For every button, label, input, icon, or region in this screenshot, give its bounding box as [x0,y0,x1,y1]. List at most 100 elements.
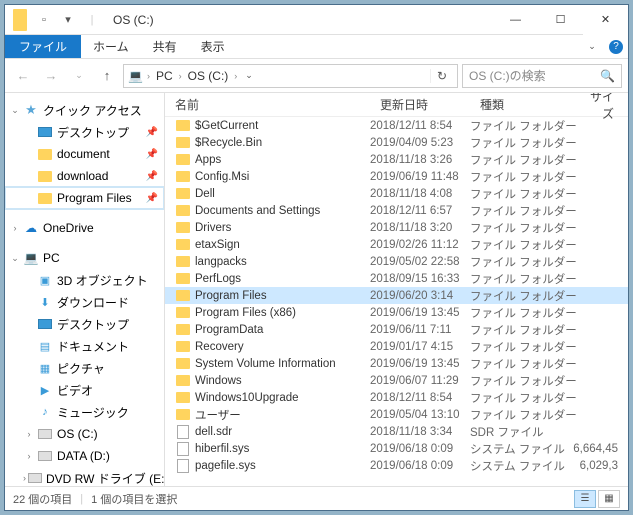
header-type[interactable]: 種類 [470,96,570,113]
breadcrumb-pc[interactable]: PC [154,69,175,83]
file-row[interactable]: Windows10Upgrade2018/12/11 8:54ファイル フォルダ… [165,389,628,406]
breadcrumb-drive[interactable]: OS (C:) [186,69,231,83]
chevron-icon[interactable]: › [23,451,35,461]
file-type: ファイル フォルダー [470,322,570,338]
nav-quick-item[interactable]: ›Program Files📌 [5,187,164,209]
chevron-right-icon[interactable]: › [147,71,150,81]
search-input[interactable]: OS (C:)の検索 🔍 [462,64,622,88]
header-date[interactable]: 更新日時 [370,96,470,113]
folder-icon [175,322,191,338]
file-row[interactable]: $GetCurrent2018/12/11 8:54ファイル フォルダー [165,117,628,134]
ribbon-expand-icon[interactable]: ⌄ [580,35,604,58]
file-row[interactable]: PerfLogs2018/09/15 16:33ファイル フォルダー [165,270,628,287]
file-type: ファイル フォルダー [470,118,570,134]
file-row[interactable]: langpacks2019/05/02 22:58ファイル フォルダー [165,253,628,270]
chevron-icon[interactable]: › [9,223,21,233]
nav-pc-item[interactable]: ›▦ピクチャ [5,357,164,379]
file-date: 2019/06/19 13:45 [370,358,470,370]
help-button[interactable]: ? [604,35,628,58]
chevron-right-icon[interactable]: › [234,71,237,81]
file-date: 2018/11/18 3:26 [370,154,470,166]
close-button[interactable]: ✕ [583,5,628,35]
chevron-icon[interactable]: ⌄ [9,105,21,116]
nav-quick-item[interactable]: ›document📌 [5,143,164,165]
file-row[interactable]: hiberfil.sys2019/06/18 0:09システム ファイル6,66… [165,440,628,457]
file-date: 2019/06/19 11:48 [370,171,470,183]
file-date: 2019/06/19 13:45 [370,307,470,319]
chevron-icon[interactable]: ⌄ [9,253,21,264]
thumbnails-view-button[interactable]: ▦ [598,490,620,508]
folder-icon [37,146,53,162]
file-type: ファイル フォルダー [470,305,570,321]
minimize-button[interactable]: ― [493,5,538,35]
up-button[interactable]: ↑ [95,64,119,88]
tab-file[interactable]: ファイル [5,35,81,58]
nav-pc-item[interactable]: ›⬇ダウンロード [5,291,164,313]
nav-quick-item[interactable]: ›デスクトップ📌 [5,121,164,143]
nav-onedrive[interactable]: ›☁OneDrive [5,217,164,239]
address-dropdown-icon[interactable]: ⌄ [241,70,257,81]
recent-dropdown[interactable]: ⌄ [67,64,91,88]
folder-icon [175,271,191,287]
nav-pc-item[interactable]: ›▣3D オブジェクト [5,269,164,291]
details-view-button[interactable]: ☰ [574,490,596,508]
onedrive-icon: ☁ [23,220,39,236]
file-row[interactable]: Apps2018/11/18 3:26ファイル フォルダー [165,151,628,168]
file-list[interactable]: $GetCurrent2018/12/11 8:54ファイル フォルダー$Rec… [165,117,628,486]
file-row[interactable]: dell.sdr2018/11/18 3:34SDR ファイル [165,423,628,440]
file-row[interactable]: Documents and Settings2018/12/11 6:57ファイ… [165,202,628,219]
address-bar[interactable]: 💻 › PC › OS (C:) › ⌄ ↻ [123,64,458,88]
maximize-button[interactable]: ☐ [538,5,583,35]
nav-pc-item[interactable]: ›♪ミュージック [5,401,164,423]
file-name: Drivers [195,222,370,234]
nav-pc-item[interactable]: › DVD RW ドライブ (E:) [5,467,164,486]
nav-label: DVD RW ドライブ (E:) [46,470,165,487]
nav-label: download [57,169,108,183]
file-row[interactable]: pagefile.sys2019/06/18 0:09システム ファイル6,02… [165,457,628,474]
tab-view[interactable]: 表示 [189,35,237,58]
nav-pc-item[interactable]: ›▤ドキュメント [5,335,164,357]
nav-pc-item[interactable]: ›DATA (D:) [5,445,164,467]
file-row[interactable]: System Volume Information2019/06/19 13:4… [165,355,628,372]
file-row[interactable]: $Recycle.Bin2019/04/09 5:23ファイル フォルダー [165,134,628,151]
file-row[interactable]: Program Files2019/06/20 3:14ファイル フォルダー [165,287,628,304]
file-row[interactable]: Dell2018/11/18 4:08ファイル フォルダー [165,185,628,202]
file-date: 2018/09/15 16:33 [370,273,470,285]
nav-pc-item[interactable]: ›デスクトップ [5,313,164,335]
properties-icon[interactable]: ▫ [33,9,55,31]
file-row[interactable]: Config.Msi2019/06/19 11:48ファイル フォルダー [165,168,628,185]
chevron-right-icon[interactable]: › [179,71,182,81]
star-icon: ★ [23,102,39,118]
ribbon-tabs: ファイル ホーム 共有 表示 ⌄ ? [5,35,628,59]
forward-button[interactable]: → [39,64,63,88]
nav-quick-access[interactable]: ⌄★クイック アクセス [5,99,164,121]
header-name[interactable]: 名前 [165,96,370,113]
tab-home[interactable]: ホーム [81,35,141,58]
refresh-button[interactable]: ↻ [430,69,453,83]
chevron-icon[interactable]: › [23,429,35,439]
qat-dropdown-icon[interactable]: ▾ [57,9,79,31]
back-button[interactable]: ← [11,64,35,88]
nav-tree[interactable]: ⌄★クイック アクセス›デスクトップ📌›document📌›download📌›… [5,93,165,486]
file-row[interactable]: ProgramData2019/06/11 7:11ファイル フォルダー [165,321,628,338]
nav-pc-item[interactable]: ›OS (C:) [5,423,164,445]
file-row[interactable]: Windows2019/06/07 11:29ファイル フォルダー [165,372,628,389]
tab-share[interactable]: 共有 [141,35,189,58]
pin-icon: 📌 [146,149,158,160]
file-row[interactable]: Program Files (x86)2019/06/19 13:45ファイル … [165,304,628,321]
file-date: 2018/12/11 6:57 [370,205,470,217]
file-type: ファイル フォルダー [470,288,570,304]
search-icon[interactable]: 🔍 [600,69,615,83]
file-type: ファイル フォルダー [470,339,570,355]
file-type: ファイル フォルダー [470,271,570,287]
nav-pc-item[interactable]: ›▶ビデオ [5,379,164,401]
file-row[interactable]: Drivers2018/11/18 3:20ファイル フォルダー [165,219,628,236]
file-row[interactable]: etaxSign2019/02/26 11:12ファイル フォルダー [165,236,628,253]
folder-icon [9,9,31,31]
file-row[interactable]: Recovery2019/01/17 4:15ファイル フォルダー [165,338,628,355]
nav-quick-item[interactable]: ›download📌 [5,165,164,187]
chevron-icon[interactable]: › [23,473,26,483]
file-row[interactable]: ユーザー2019/05/04 13:10ファイル フォルダー [165,406,628,423]
column-headers: 名前 更新日時 種類 サイズ [165,93,628,117]
nav-pc[interactable]: ⌄💻PC [5,247,164,269]
